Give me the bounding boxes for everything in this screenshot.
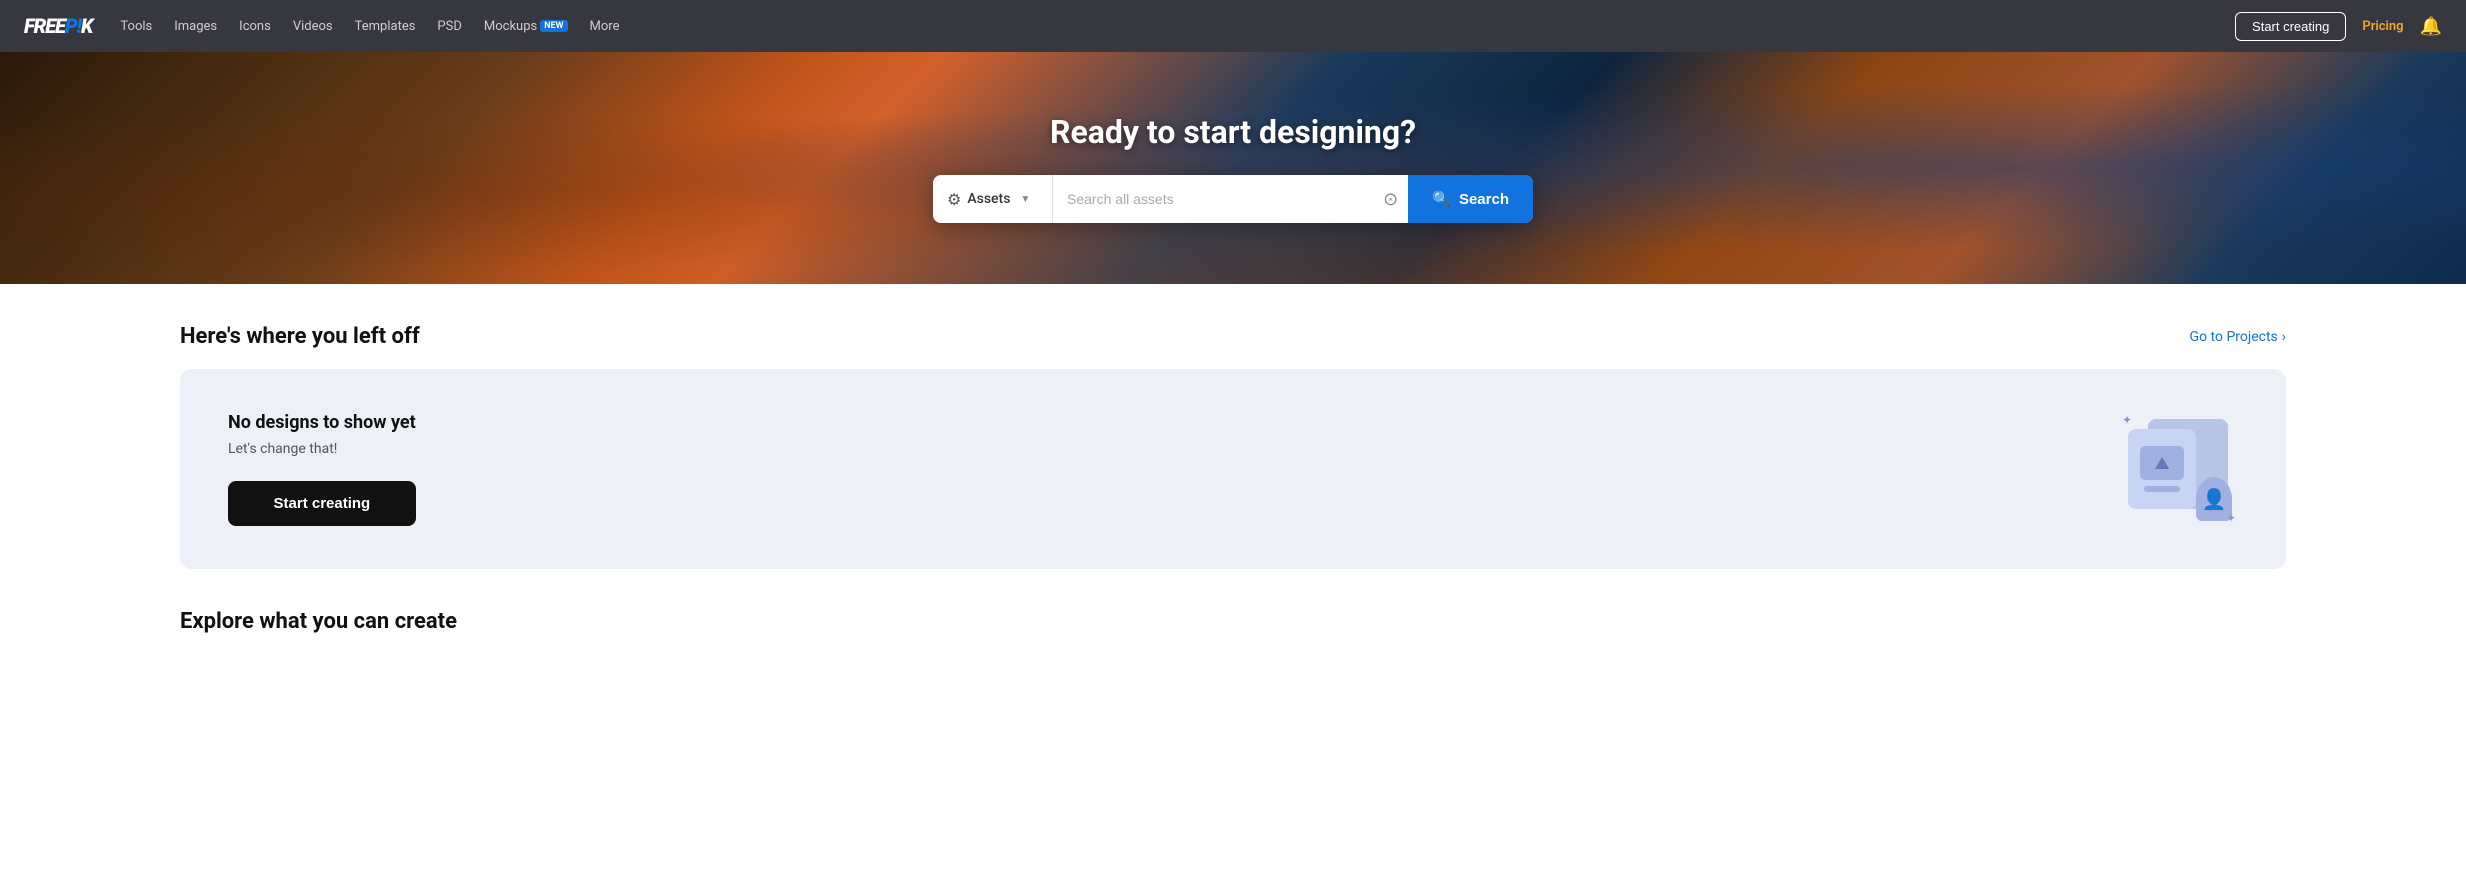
sparkle-icon-1: ✦ [2122, 413, 2132, 427]
nav-images[interactable]: Images [174, 19, 217, 34]
assets-icon: ⚙ [947, 190, 961, 209]
nav-templates[interactable]: Templates [355, 19, 416, 34]
empty-card-text: No designs to show yet Let's change that… [228, 412, 416, 526]
nav-videos[interactable]: Videos [293, 19, 333, 34]
nav-icons[interactable]: Icons [239, 19, 271, 34]
hero-content: Ready to start designing? ⚙ Assets ▼ ⊙ 🔍… [0, 113, 2466, 223]
logo: FREEP!K [24, 14, 92, 38]
notification-bell-icon[interactable]: 🔔 [2420, 16, 2442, 37]
nav-mockups[interactable]: MockupsNEW [484, 19, 568, 34]
chevron-down-icon: ▼ [1020, 194, 1030, 205]
illus-image-placeholder: ⛰ [2140, 446, 2184, 480]
nav-more[interactable]: More [590, 19, 620, 34]
nav-pricing-link[interactable]: Pricing [2362, 19, 2403, 34]
search-button[interactable]: 🔍 Search [1408, 175, 1533, 223]
start-creating-button[interactable]: Start creating [228, 481, 416, 526]
hero-title: Ready to start designing? [0, 113, 2466, 151]
empty-card-subtitle: Let's change that! [228, 441, 416, 457]
nav-right: Start creating Pricing 🔔 [2235, 12, 2442, 41]
search-input[interactable] [1053, 191, 1373, 207]
mockups-badge: NEW [540, 20, 567, 32]
sparkle-icon-2: ✦ [2226, 511, 2236, 525]
nav-links: Tools Images Icons Videos Templates PSD … [120, 19, 619, 34]
nav-psd[interactable]: PSD [437, 19, 461, 34]
main-content: Here's where you left off Go to Projects… [0, 284, 2466, 694]
empty-projects-card: No designs to show yet Let's change that… [180, 369, 2286, 569]
navigation: FREEP!K Tools Images Icons Videos Templa… [0, 0, 2466, 52]
hero-section: Ready to start designing? ⚙ Assets ▼ ⊙ 🔍… [0, 52, 2466, 284]
search-category-dropdown[interactable]: ⚙ Assets ▼ [933, 175, 1053, 223]
bottom-section: Explore what you can create [180, 609, 2286, 634]
projects-section-title: Here's where you left off [180, 324, 420, 349]
bottom-section-title: Explore what you can create [180, 609, 2286, 634]
mountain-icon: ⛰ [2154, 453, 2169, 474]
projects-section-header: Here's where you left off Go to Projects… [180, 324, 2286, 349]
empty-state-illustration: ✦ ⛰ 👤 ✦ [2118, 409, 2238, 529]
go-to-projects-link[interactable]: Go to Projects › [2190, 329, 2286, 345]
visual-search-icon[interactable]: ⊙ [1373, 189, 1408, 210]
search-bar: ⚙ Assets ▼ ⊙ 🔍 Search [933, 175, 1533, 223]
category-label: Assets [967, 191, 1010, 207]
nav-tools[interactable]: Tools [120, 19, 152, 34]
search-icon: 🔍 [1432, 190, 1451, 208]
empty-card-title: No designs to show yet [228, 412, 416, 433]
chevron-right-icon: › [2282, 329, 2286, 345]
nav-start-creating-button[interactable]: Start creating [2235, 12, 2346, 41]
illus-front-card: ⛰ [2128, 429, 2196, 509]
illus-text-line-1 [2144, 486, 2180, 492]
